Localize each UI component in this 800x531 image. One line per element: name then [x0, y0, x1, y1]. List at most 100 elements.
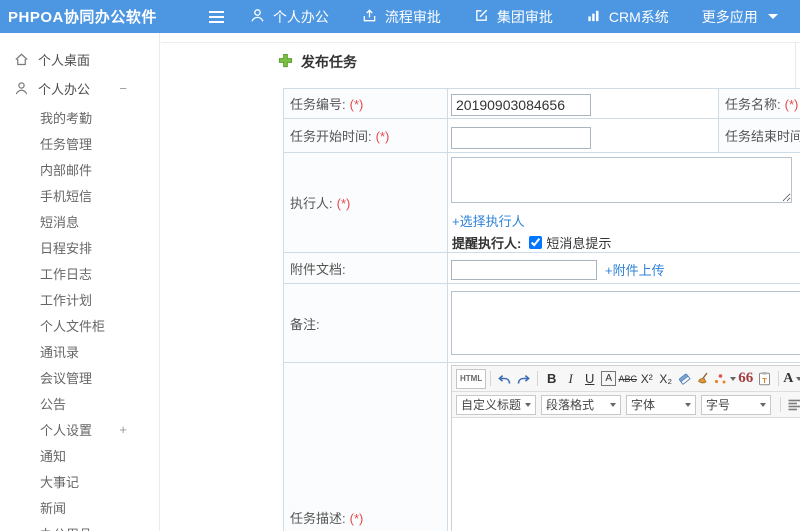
- undo-icon[interactable]: [495, 369, 514, 389]
- task-form: 任务编号:(*) 任务名称:(*) 任务开始时间:(*) 任务结束时间:(*): [283, 88, 800, 531]
- end-time-label-cell: 任务结束时间:(*): [718, 118, 800, 153]
- font-box-button[interactable]: A: [601, 371, 617, 386]
- required-mark: (*): [349, 97, 364, 112]
- executor-textarea[interactable]: [451, 157, 792, 203]
- remark-label-cell: 备注:: [283, 283, 448, 363]
- sidebar-subitem[interactable]: 手机短信: [0, 182, 159, 208]
- italic-button[interactable]: I: [561, 369, 580, 389]
- editor-dropdown[interactable]: 段落格式: [541, 394, 621, 415]
- sidebar-subitem[interactable]: 通讯录: [0, 338, 159, 364]
- nav-personal-office[interactable]: 个人办公: [250, 7, 329, 27]
- executor-cell: +选择执行人 提醒执行人: 短消息提示: [447, 152, 800, 253]
- editor-dropdown[interactable]: 字号: [701, 394, 771, 415]
- sidebar-subitem[interactable]: 我的考勤: [0, 104, 159, 130]
- superscript-button[interactable]: X²: [637, 369, 656, 389]
- rich-text-editor: HTML B I U A ABC X² X₂ 66 T A 自定义标题 段落格式…: [451, 365, 800, 531]
- sidebar-subitem[interactable]: 大事记: [0, 468, 159, 494]
- app-logo: PHPOA协同办公软件: [8, 9, 157, 26]
- plus-icon: [278, 53, 293, 71]
- remark-textarea[interactable]: [451, 291, 800, 355]
- sidebar-subitem[interactable]: 个人设置 +: [0, 416, 159, 442]
- sidebar: 个人桌面 个人办公 − 我的考勤 任务管理 内部邮件 手机短信 短消息 日程安排…: [0, 33, 160, 531]
- clean-format-broom-icon[interactable]: [694, 369, 713, 389]
- attachment-input[interactable]: [451, 260, 597, 280]
- sidebar-subitem[interactable]: 短消息: [0, 208, 159, 234]
- underline-button[interactable]: U: [580, 369, 599, 389]
- page-title: 发布任务: [278, 52, 357, 72]
- sms-remind-label: 短消息提示: [546, 236, 612, 251]
- caret-down-icon: [525, 402, 531, 407]
- start-time-label-cell: 任务开始时间: (*): [283, 118, 448, 153]
- nav-group-approval[interactable]: 集团审批: [474, 7, 553, 27]
- caret-down-icon: [796, 376, 800, 381]
- sidebar-subitem[interactable]: 日程安排: [0, 234, 159, 260]
- sidebar-subitem[interactable]: 办公用品: [0, 520, 159, 531]
- required-mark: (*): [336, 196, 351, 211]
- task-no-label-cell: 任务编号: (*): [283, 88, 448, 119]
- svg-text:T: T: [762, 376, 767, 385]
- description-editor-cell: HTML B I U A ABC X² X₂ 66 T A 自定义标题 段落格式…: [447, 362, 800, 531]
- task-no-input-cell: [447, 88, 719, 119]
- start-time-input[interactable]: [451, 127, 591, 149]
- nav-workflow-approval[interactable]: 流程审批: [362, 7, 441, 27]
- edit-icon: [474, 8, 489, 26]
- sidebar-submenu: 我的考勤 任务管理 内部邮件 手机短信 短消息 日程安排 工作日志 工作计划 个…: [0, 104, 159, 531]
- menu-toggle-icon[interactable]: [208, 10, 224, 23]
- caret-down-icon: [767, 14, 778, 19]
- caret-down-icon: [685, 402, 691, 407]
- sparkle-icon[interactable]: [713, 369, 737, 389]
- start-time-input-cell: [447, 118, 719, 153]
- task-name-label-cell: 任务名称: (*): [718, 88, 800, 119]
- attachment-upload-link[interactable]: +附件上传: [605, 260, 665, 279]
- sidebar-subitem[interactable]: 任务管理: [0, 130, 159, 156]
- align-left-icon[interactable]: [785, 395, 800, 415]
- required-mark: (*): [375, 129, 390, 144]
- sidebar-subitem[interactable]: 个人文件柜: [0, 312, 159, 338]
- sidebar-item-personal-office[interactable]: 个人办公 −: [0, 73, 159, 104]
- executor-label-cell: 执行人: (*): [283, 152, 448, 253]
- bold-button[interactable]: B: [542, 369, 561, 389]
- user-icon: [250, 8, 265, 26]
- strikethrough-button[interactable]: ABC: [618, 369, 637, 389]
- blockquote-button[interactable]: 66: [736, 369, 755, 389]
- attachment-label-cell: 附件文档:: [283, 252, 448, 284]
- choose-executor-link[interactable]: +选择执行人: [452, 214, 525, 229]
- sidebar-subitem[interactable]: 工作计划: [0, 286, 159, 312]
- editor-toolbar-row2: 自定义标题 段落格式 字体 字号: [452, 392, 800, 418]
- description-label-cell: 任务描述: (*): [283, 362, 448, 531]
- caret-down-icon: [760, 402, 766, 407]
- subscript-button[interactable]: X₂: [656, 369, 675, 389]
- attachment-cell: +附件上传: [447, 252, 800, 284]
- eraser-icon[interactable]: [675, 369, 694, 389]
- content-top-divider: [161, 42, 800, 43]
- nav-more-apps[interactable]: 更多应用: [702, 7, 778, 27]
- nav-crm-system[interactable]: CRM系统: [586, 7, 669, 27]
- expand-icon[interactable]: +: [119, 422, 127, 437]
- user-icon: [14, 81, 29, 96]
- sidebar-item-desktop[interactable]: 个人桌面: [0, 45, 159, 73]
- sidebar-subitem[interactable]: 内部邮件: [0, 156, 159, 182]
- caret-down-icon: [610, 402, 616, 407]
- sidebar-subitem[interactable]: 新闻: [0, 494, 159, 520]
- home-icon: [14, 52, 29, 67]
- top-menu: 个人办公 流程审批 集团审批 CRM系统 更多应用: [250, 7, 800, 27]
- editor-dropdown[interactable]: 自定义标题: [456, 394, 536, 415]
- editor-dropdown[interactable]: 字体: [626, 394, 696, 415]
- sms-remind-checkbox[interactable]: [529, 236, 543, 249]
- sidebar-subitem[interactable]: 公告: [0, 390, 159, 416]
- sidebar-subitem[interactable]: 通知: [0, 442, 159, 468]
- required-mark: (*): [349, 510, 364, 526]
- bar-chart-icon: [586, 8, 601, 26]
- top-navbar: PHPOA协同办公软件 个人办公 流程审批 集团审批 CRM系统 更多应用: [0, 0, 800, 33]
- sidebar-subitem[interactable]: 工作日志: [0, 260, 159, 286]
- workflow-icon: [362, 8, 377, 26]
- sidebar-subitem[interactable]: 会议管理: [0, 364, 159, 390]
- paste-icon[interactable]: T: [755, 369, 774, 389]
- main-content: 发布任务 任务编号:(*) 任务名称:(*) 任务开始时间:(*) 任务结束时: [161, 33, 800, 531]
- font-color-button[interactable]: A: [783, 369, 800, 389]
- editor-content-area[interactable]: [452, 418, 800, 531]
- html-source-button[interactable]: HTML: [456, 368, 487, 389]
- redo-icon[interactable]: [514, 369, 533, 389]
- collapse-icon[interactable]: −: [119, 81, 127, 96]
- task-no-input[interactable]: [451, 94, 591, 116]
